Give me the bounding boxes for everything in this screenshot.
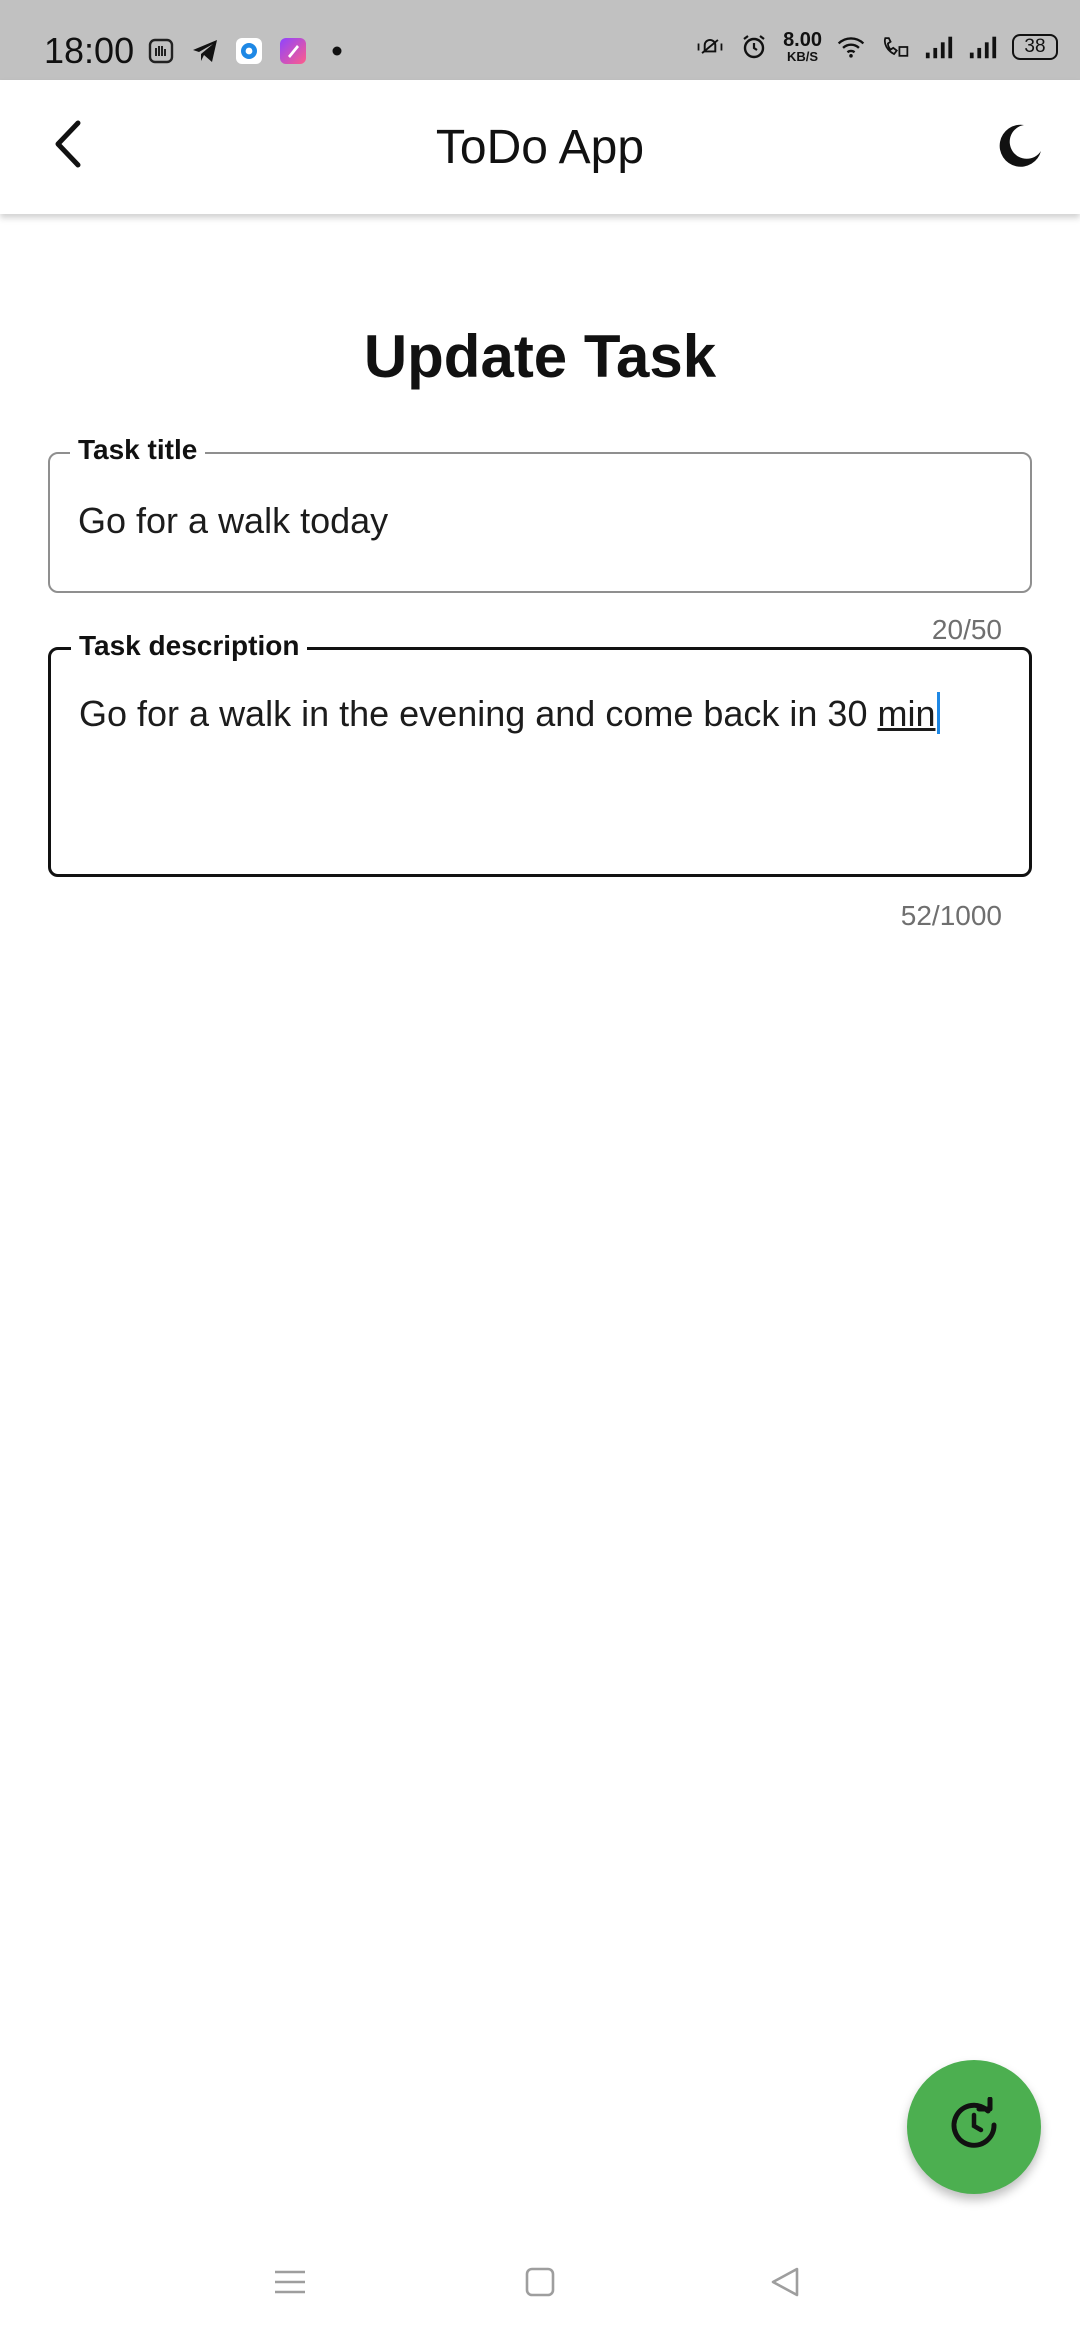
back-triangle-icon	[769, 2266, 801, 2303]
update-icon	[946, 2096, 1002, 2158]
network-speed: 8.00 KB/S	[783, 30, 822, 63]
task-title-field[interactable]: Task title Go for a walk today	[48, 434, 1032, 593]
task-description-field[interactable]: Task description Go for a walk in the ev…	[48, 630, 1032, 877]
vibrate-mute-icon	[695, 32, 725, 62]
nav-back-button[interactable]	[755, 2254, 815, 2314]
theme-toggle-button[interactable]	[990, 118, 1050, 178]
signal-icon-2	[968, 32, 998, 62]
signal-icon-1	[924, 32, 954, 62]
home-square-icon	[525, 2267, 555, 2302]
description-text: Go for a walk in the evening and come ba…	[79, 693, 878, 734]
system-nav-bar	[0, 2230, 1080, 2340]
battery-icon: 38	[1012, 33, 1058, 60]
app-icon-blue	[234, 36, 264, 66]
status-time: 18:00	[44, 30, 135, 71]
menu-icon	[273, 2268, 307, 2301]
task-title-label: Task title	[70, 434, 206, 466]
task-title-input[interactable]: Go for a walk today	[78, 500, 1002, 542]
task-description-input[interactable]: Go for a walk in the evening and come ba…	[79, 692, 1001, 735]
update-task-button[interactable]	[907, 2060, 1041, 2194]
task-description-label: Task description	[71, 630, 308, 662]
task-title-counter: 20/50	[931, 614, 1002, 645]
app-icon-purple	[278, 36, 308, 66]
nav-menu-button[interactable]	[260, 2254, 320, 2314]
speed-value: 8.00	[783, 29, 822, 51]
moon-icon	[995, 121, 1045, 176]
speed-unit: KB/S	[787, 49, 819, 64]
app-title: ToDo App	[435, 121, 645, 174]
status-left-icons	[146, 36, 352, 66]
task-description-counter: 52/1000	[900, 900, 1002, 931]
wifi-calling-icon	[880, 32, 910, 62]
description-composing-text: min	[877, 693, 936, 734]
page-title: Update Task	[363, 323, 717, 390]
hand-app-icon	[146, 36, 176, 66]
app-bar: ToDo App	[0, 80, 1080, 214]
wifi-icon	[836, 32, 866, 62]
alarm-icon	[739, 32, 769, 62]
status-right-icons: 8.00 KB/S 38	[695, 30, 1058, 63]
telegram-icon	[190, 36, 220, 66]
status-bar: 18:00 8.00 KB/S 38	[0, 0, 1080, 80]
text-cursor	[937, 692, 941, 734]
notification-dot-icon	[322, 36, 352, 66]
nav-home-button[interactable]	[510, 2254, 570, 2314]
